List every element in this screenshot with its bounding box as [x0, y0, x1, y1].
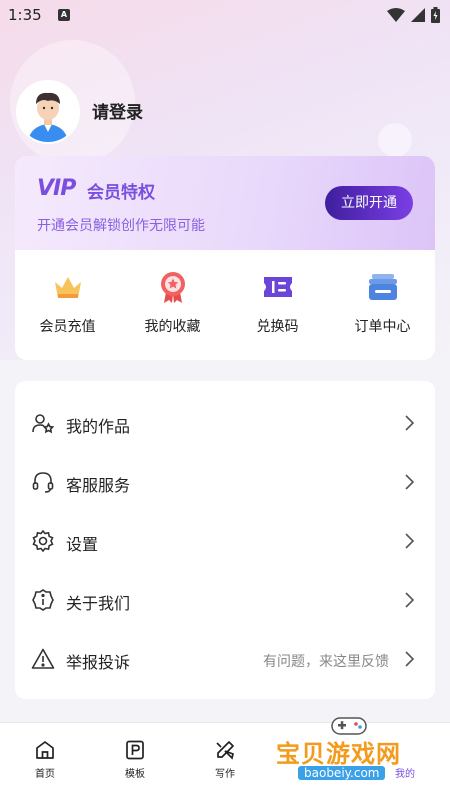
menu-hint: 有问题，来这里反馈: [263, 654, 389, 670]
menu-list: 我的作品 客服服务 设置 关于我们 举报投诉 有问题，来这里反馈: [15, 381, 435, 699]
wifi-icon: [387, 8, 405, 22]
menu-item-settings[interactable]: 设置: [15, 512, 435, 570]
vip-title: 会员特权: [87, 183, 155, 203]
menu-label: 我的作品: [66, 417, 131, 436]
menu-item-customer-service[interactable]: 客服服务: [15, 453, 435, 511]
template-icon: [126, 740, 144, 760]
quick-item-orders[interactable]: 订单中心: [330, 270, 435, 350]
quick-item-favorites[interactable]: 我的收藏: [120, 270, 225, 350]
nav-templates[interactable]: 模板: [90, 723, 180, 800]
info-badge-icon: [32, 589, 54, 611]
user-star-icon: [32, 414, 55, 434]
chevron-right-icon: [405, 592, 415, 608]
nav-label: 模板: [125, 769, 145, 780]
crown-icon: [54, 277, 81, 298]
medal-icon: [160, 272, 185, 303]
chevron-right-icon: [405, 474, 415, 490]
quick-actions: 会员充值 我的收藏 兑换码 订单中心: [15, 270, 435, 350]
quick-label: 会员充值: [39, 319, 96, 335]
quick-label: 兑换码: [256, 319, 299, 335]
quick-item-recharge[interactable]: 会员充值: [15, 270, 120, 350]
home-icon: [36, 741, 54, 759]
open-vip-button[interactable]: 立即开通: [325, 186, 413, 220]
nav-write[interactable]: 写作: [180, 723, 270, 800]
order-stack-icon: [368, 274, 397, 300]
watermark-text: 宝贝游戏网: [276, 740, 401, 768]
warning-icon: [31, 648, 55, 669]
status-icons: [387, 7, 440, 23]
watermark: 宝贝游戏网 baobeiy.com: [276, 712, 446, 782]
headset-icon: [32, 472, 54, 493]
vip-card: VIP 会员特权 开通会员解锁创作无限可能 立即开通 会员充值 我的收藏 兑换码…: [15, 156, 435, 360]
quick-label: 我的收藏: [144, 319, 201, 335]
chevron-right-icon: [405, 651, 415, 667]
vip-logo: VIP: [37, 176, 76, 201]
signal-icon: [411, 8, 425, 22]
menu-item-report[interactable]: 举报投诉 有问题，来这里反馈: [15, 630, 435, 688]
chevron-right-icon: [405, 533, 415, 549]
status-time: 1:35: [8, 6, 42, 24]
user-avatar-icon: [18, 82, 78, 142]
status-badge: A: [58, 9, 70, 21]
chevron-right-icon: [405, 415, 415, 431]
menu-label: 设置: [66, 535, 99, 554]
menu-item-my-works[interactable]: 我的作品: [15, 394, 435, 452]
nav-label: 首页: [35, 769, 55, 780]
battery-icon: [431, 7, 440, 23]
quick-label: 订单中心: [354, 319, 411, 335]
menu-item-about-us[interactable]: 关于我们: [15, 571, 435, 629]
nav-label: 写作: [215, 769, 235, 780]
pencil-ruler-icon: [216, 741, 235, 760]
menu-label: 举报投诉: [66, 653, 131, 672]
gear-icon: [32, 529, 54, 553]
vip-banner[interactable]: VIP 会员特权 开通会员解锁创作无限可能 立即开通: [15, 156, 435, 250]
nav-home[interactable]: 首页: [0, 723, 90, 800]
quick-item-redeem[interactable]: 兑换码: [225, 270, 330, 350]
login-link[interactable]: 请登录: [92, 98, 143, 123]
status-bar: 1:35 A: [0, 0, 450, 32]
ticket-icon: [263, 277, 292, 297]
vip-description: 开通会员解锁创作无限可能: [37, 218, 205, 234]
watermark-url: baobeiy.com: [298, 766, 386, 780]
avatar[interactable]: [16, 80, 80, 144]
menu-label: 关于我们: [66, 594, 131, 613]
decor-circle: [378, 123, 412, 157]
menu-label: 客服服务: [66, 476, 131, 495]
